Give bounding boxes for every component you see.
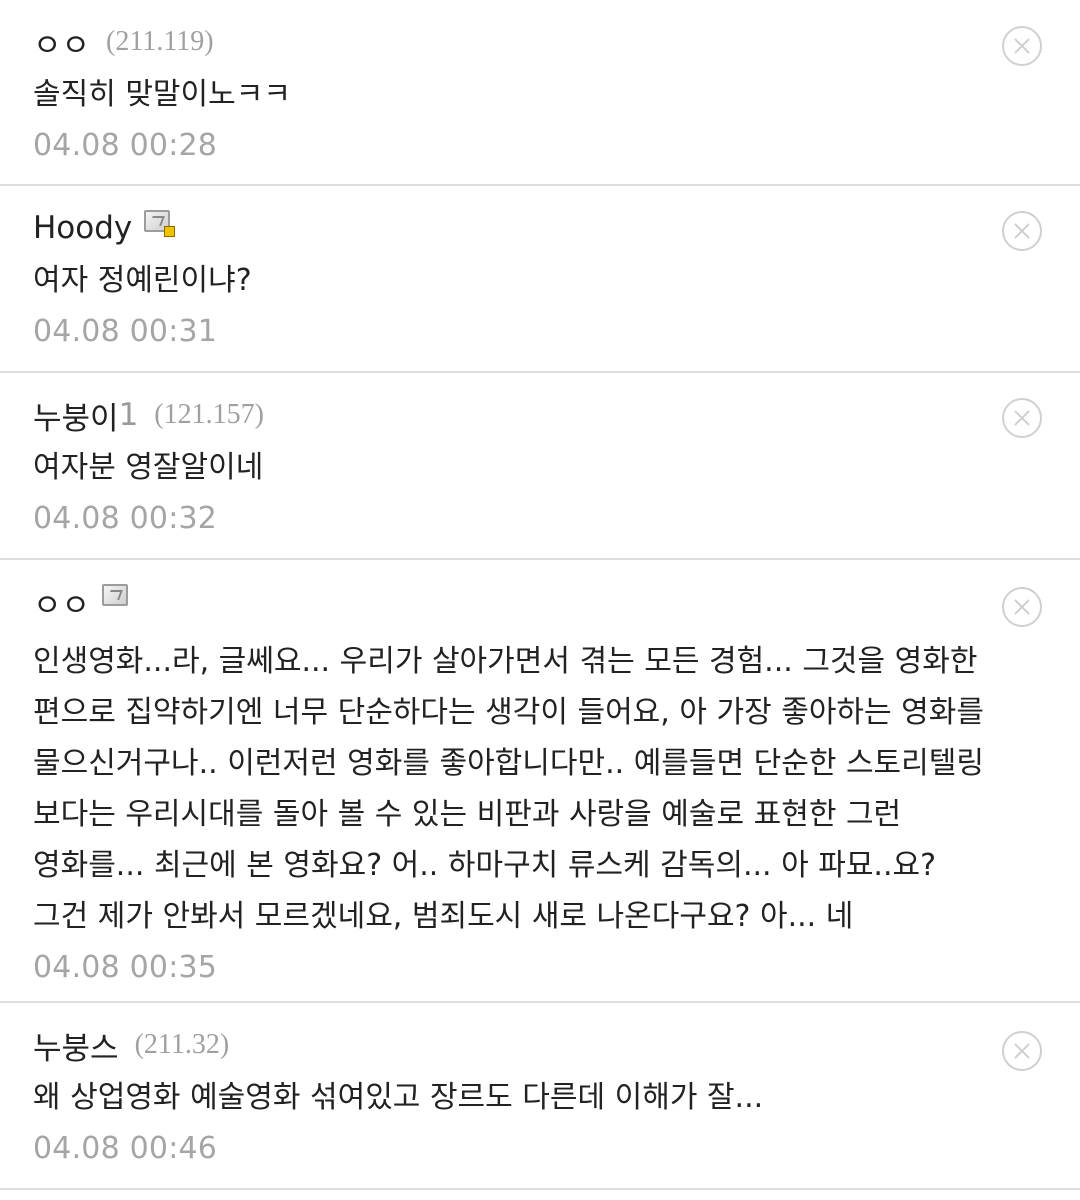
comment-date: 04.08 00:46 <box>33 1131 218 1166</box>
comment-ip: (211.119) <box>106 26 214 57</box>
comment-header: 누붕스 (211.32) <box>33 1023 990 1068</box>
comment-date: 04.08 00:35 <box>33 950 218 985</box>
delete-comment-button[interactable] <box>1002 1031 1042 1071</box>
comment-nickname[interactable]: 누붕이 <box>33 393 119 438</box>
gallog-icon[interactable] <box>102 584 129 606</box>
delete-comment-button[interactable] <box>1002 398 1042 438</box>
comment-header: 누붕이 1 (121.157) <box>33 393 990 438</box>
comment-date: 04.08 00:32 <box>33 501 218 536</box>
comment-text: 여자분 영잘알이네 <box>33 450 264 485</box>
comment-item: ㅇㅇ 인생영화...라, 글쎄요... 우리가 살아가면서 겪는 모든 경험..… <box>0 560 1080 1003</box>
comment-nickname[interactable]: Hoody <box>33 210 132 246</box>
comment-ip: (121.157) <box>154 399 264 430</box>
comment-header: ㅇㅇ (211.119) <box>33 20 990 65</box>
comment-text: 인생영화...라, 글쎄요... 우리가 살아가면서 겪는 모든 경험... 그… <box>33 644 984 934</box>
delete-comment-button[interactable] <box>1002 26 1042 66</box>
comment-nickname[interactable]: ㅇㅇ <box>33 580 90 625</box>
gallog-icon[interactable] <box>144 210 176 237</box>
comment-item: Hoody 여자 정예린이냐? 04.08 00:31 <box>0 186 1080 373</box>
comment-date: 04.08 00:28 <box>33 128 218 163</box>
comment-text: 여자 정예린이냐? <box>33 263 252 298</box>
delete-comment-button[interactable] <box>1002 587 1042 627</box>
comment-item: 누붕이 1 (121.157) 여자분 영잘알이네 04.08 00:32 <box>0 373 1080 560</box>
comment-text: 솔직히 맞말이노ㅋㅋ <box>33 77 291 112</box>
comment-ip: (211.32) <box>134 1029 230 1060</box>
comment-nickname-suffix: 1 <box>118 397 139 433</box>
comment-date: 04.08 00:31 <box>33 314 218 349</box>
comment-nickname[interactable]: 누붕스 <box>33 1023 119 1068</box>
comment-item: ㅇㅇ (211.119) 솔직히 맞말이노ㅋㅋ 04.08 00:28 <box>0 0 1080 186</box>
comment-header: ㅇㅇ <box>33 580 990 625</box>
comment-item: 누붕스 (211.32) 왜 상업영화 예술영화 섞여있고 장르도 다른데 이해… <box>0 1003 1080 1190</box>
comment-text: 왜 상업영화 예술영화 섞여있고 장르도 다른데 이해가 잘... <box>33 1080 764 1115</box>
comment-nickname[interactable]: ㅇㅇ <box>33 20 90 65</box>
delete-comment-button[interactable] <box>1002 211 1042 251</box>
comment-header: Hoody <box>33 208 990 248</box>
comment-list: ㅇㅇ (211.119) 솔직히 맞말이노ㅋㅋ 04.08 00:28 Hood… <box>0 0 1080 1190</box>
